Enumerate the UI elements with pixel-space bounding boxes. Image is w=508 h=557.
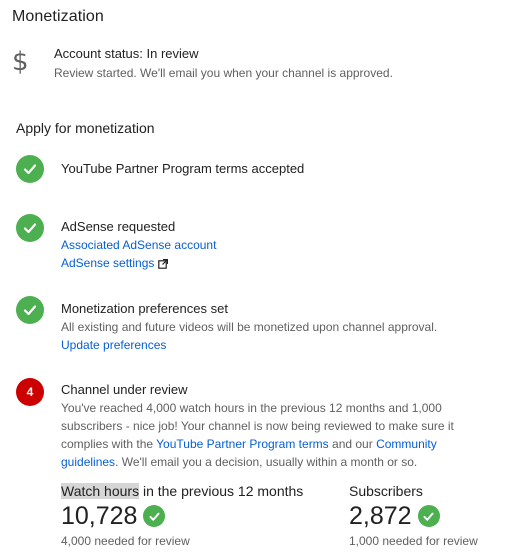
step-title: Monetization preferences set	[61, 301, 228, 316]
adsense-settings-link[interactable]: AdSense settings	[61, 254, 154, 272]
subscribers-needed: 1,000 needed for review	[349, 534, 478, 548]
watch-hours-stat: Watch hours in the previous 12 months 10…	[61, 481, 303, 549]
subscribers-stat: Subscribers 2,872 1,000 needed for revie…	[349, 481, 478, 549]
subscribers-label: Subscribers	[349, 483, 423, 499]
check-icon	[16, 296, 44, 324]
associated-adsense-account-link[interactable]: Associated AdSense account	[61, 236, 216, 254]
step-title: Channel under review	[61, 382, 188, 397]
external-link-icon	[158, 256, 169, 274]
dollar-icon: $	[12, 47, 29, 77]
step-number-badge: 4	[16, 378, 44, 406]
update-preferences-link[interactable]: Update preferences	[61, 336, 166, 354]
step-text-part: and our	[328, 437, 377, 451]
step-text-part: . We'll email you a decision, usually wi…	[115, 455, 418, 469]
account-status-title: Account status: In review	[54, 46, 199, 61]
check-icon	[16, 214, 44, 242]
watch-hours-label-highlight: Watch hours	[61, 483, 140, 499]
ypp-terms-link[interactable]: YouTube Partner Program terms	[156, 437, 329, 451]
watch-hours-value: 10,728	[61, 502, 138, 530]
watch-hours-needed: 4,000 needed for review	[61, 534, 190, 548]
watch-hours-label-rest: in the previous 12 months	[139, 483, 304, 499]
step-title: YouTube Partner Program terms accepted	[61, 161, 305, 176]
step-text: You've reached 4,000 watch hours in the …	[61, 399, 461, 471]
apply-section-title: Apply for monetization	[16, 120, 155, 136]
page-title: Monetization	[12, 8, 104, 25]
check-icon	[417, 505, 440, 527]
check-icon	[143, 505, 166, 527]
subscribers-value: 2,872	[349, 502, 412, 530]
watch-hours-label: Watch hours in the previous 12 months	[61, 481, 303, 501]
step-text: All existing and future videos will be m…	[61, 320, 438, 334]
account-status-subtitle: Review started. We'll email you when you…	[54, 66, 393, 80]
check-icon	[16, 155, 44, 183]
account-status: $ Account status: In review Review start…	[12, 46, 492, 86]
step-title: AdSense requested	[61, 219, 176, 234]
